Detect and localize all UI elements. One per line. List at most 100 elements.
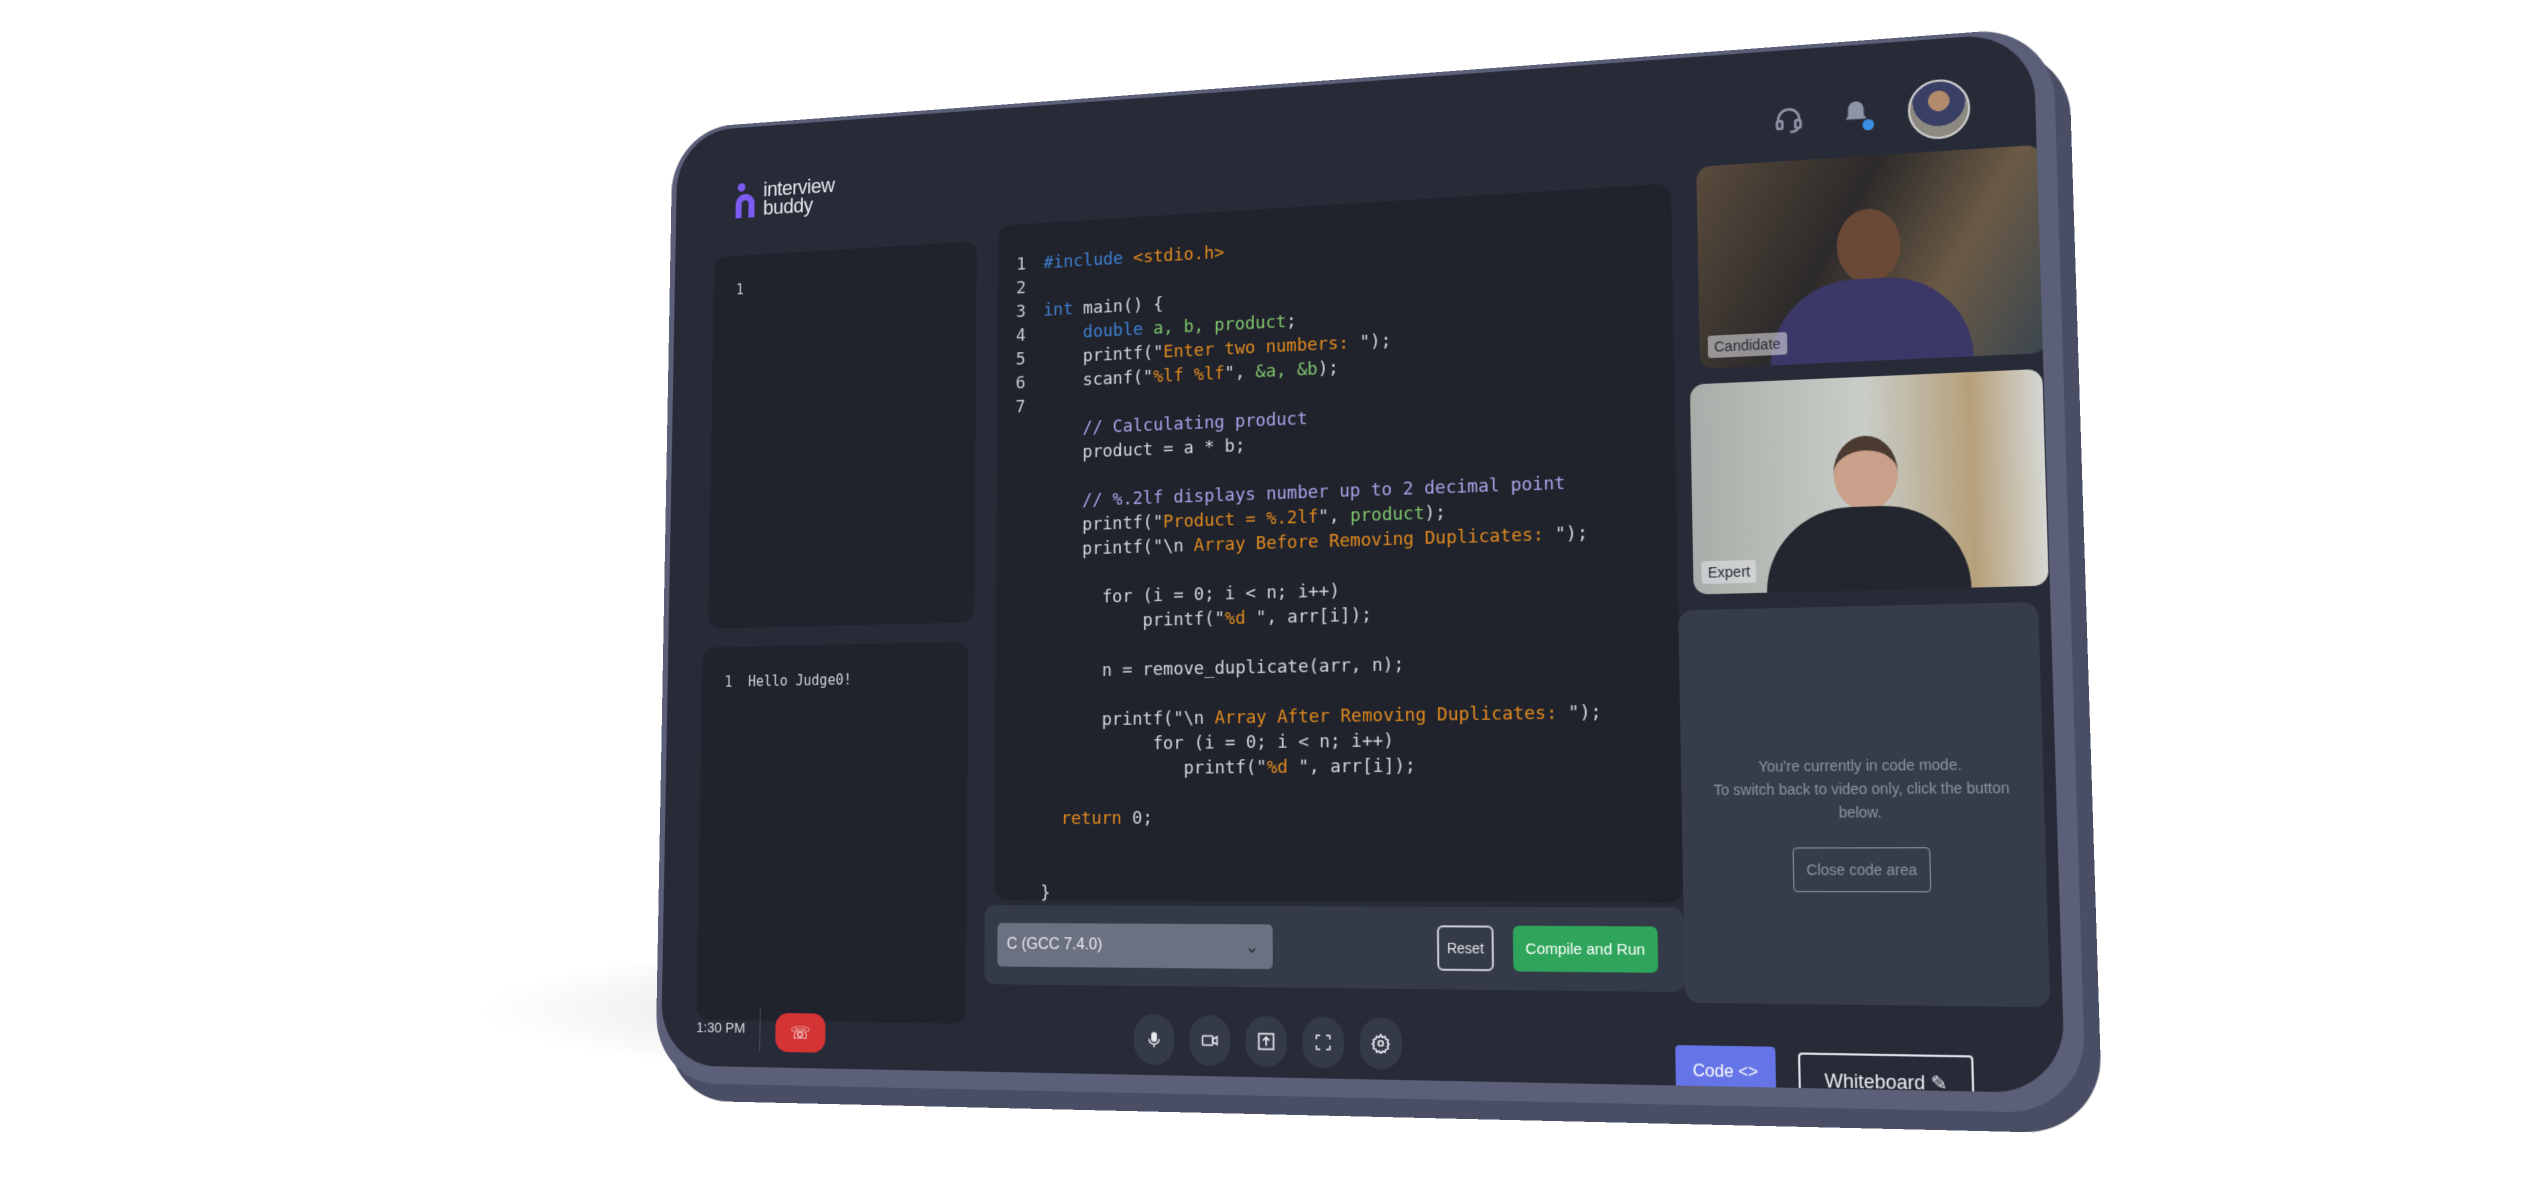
code-mode-info: You're currently in code mode. To switch …: [1678, 601, 2051, 1008]
code-token: for (i = 0; i < n; i++): [1041, 730, 1395, 756]
line-gutter: 1234 567: [1015, 252, 1026, 419]
line-number: 6: [1015, 372, 1026, 394]
close-code-area-button[interactable]: Close code area: [1792, 847, 1932, 893]
chevron-down-icon: ⌄: [1244, 936, 1260, 957]
reset-button[interactable]: Reset: [1436, 925, 1494, 972]
expert-figure: [1764, 432, 1972, 593]
code-token: printf(": [1041, 608, 1225, 634]
line-number: 2: [1016, 277, 1027, 299]
line-number: 1: [724, 673, 733, 691]
fullscreen-button[interactable]: [1302, 1016, 1345, 1069]
code-token: ",: [1318, 505, 1351, 528]
line-number: 1: [735, 281, 744, 299]
code-token: %d: [1266, 756, 1299, 778]
code-token: ");: [1554, 522, 1589, 546]
code-brackets-icon: <>: [1738, 1063, 1759, 1082]
language-select[interactable]: C (GCC 7.4.0) ⌄: [997, 922, 1273, 970]
code-token: printf("\n: [1041, 707, 1215, 731]
line-number: 4: [1015, 325, 1026, 346]
code-token: ");: [1359, 330, 1392, 353]
code-token: printf(": [1040, 756, 1267, 780]
code-token: %d: [1224, 607, 1256, 630]
settings-icon: [1371, 1033, 1391, 1054]
header-actions: [1772, 77, 1971, 149]
code-token: ",: [1224, 361, 1256, 384]
microphone-icon: [1148, 1032, 1160, 1047]
stage: interview buddy 1 1 Hello Judge0! 1234567…: [560, 26, 2087, 1140]
code-token: main() {: [1082, 293, 1164, 319]
code-token: ;: [1286, 310, 1297, 332]
pencil-icon: ✎: [1930, 1071, 1948, 1094]
app-screen: interview buddy 1 1 Hello Judge0! 1234567…: [660, 31, 2066, 1094]
end-call-button[interactable]: ☏: [775, 1012, 826, 1053]
line-number: 3: [1015, 301, 1026, 323]
info-line1: You're currently in code mode.: [1758, 755, 1962, 775]
language-value: C (GCC 7.4.0): [1006, 935, 1103, 954]
code-token: scanf(": [1042, 366, 1154, 393]
logo-mark-icon: [735, 182, 758, 219]
code-lines[interactable]: #include <stdio.h> int main() { double a…: [1040, 218, 1604, 907]
candidate-figure: [1767, 203, 1974, 366]
code-token: n = remove_duplicate(arr, n);: [1041, 654, 1405, 682]
code-token: Product = %.2lf: [1163, 506, 1319, 533]
info-line2: To switch back to video only, click the …: [1713, 779, 2010, 821]
code-token: printf("\n: [1042, 535, 1194, 561]
headset-icon[interactable]: [1773, 103, 1805, 135]
avatar[interactable]: [1907, 77, 1971, 141]
code-token: ");: [1568, 701, 1602, 724]
expert-video: Expert: [1689, 368, 2049, 595]
code-token: return: [1040, 807, 1133, 830]
call-time: 1:30 PM: [696, 1019, 746, 1037]
expert-label: Expert: [1701, 559, 1757, 585]
call-controls-bar: 1:30 PM ☏ Code <> Whiteboard ✎: [661, 990, 2066, 1094]
notifications-button[interactable]: [1840, 96, 1875, 134]
code-token: ", arr[i]);: [1298, 755, 1416, 778]
camera-button[interactable]: [1189, 1014, 1231, 1067]
logo: interview buddy: [735, 173, 835, 220]
code-label: Code: [1692, 1062, 1734, 1082]
phone-hangup-icon: ☏: [790, 1022, 811, 1043]
microphone-button[interactable]: [1133, 1014, 1175, 1066]
code-token: );: [1424, 502, 1447, 524]
editor-toolbar: C (GCC 7.4.0) ⌄ Reset Compile and Run: [984, 905, 1685, 993]
settings-button[interactable]: [1359, 1017, 1402, 1070]
code-token: }: [1040, 882, 1051, 904]
code-line: return 0;: [1041, 803, 1604, 831]
code-editor[interactable]: 1234567 #include <stdio.h> int main() { …: [994, 183, 1684, 903]
share-screen-button[interactable]: [1245, 1015, 1287, 1068]
code-token: &a, &b: [1255, 358, 1318, 383]
share-screen-icon: [1256, 1031, 1276, 1052]
whiteboard-label: Whiteboard: [1824, 1069, 1926, 1094]
code-token: int: [1043, 298, 1084, 321]
code-token: <stdio.h>: [1133, 242, 1225, 268]
line-number: 1: [1016, 254, 1027, 275]
code-token: #include: [1043, 247, 1134, 274]
line-number: 7: [1015, 396, 1026, 418]
code-token: );: [1317, 357, 1339, 380]
code-line: }: [1040, 881, 1604, 908]
code-mode-button[interactable]: Code <>: [1675, 1045, 1777, 1094]
code-token: Array After Removing Duplicates:: [1214, 702, 1569, 729]
camera-icon: [1199, 1031, 1220, 1050]
compile-and-run-button[interactable]: Compile and Run: [1512, 925, 1659, 973]
fullscreen-icon: [1314, 1033, 1332, 1052]
stdin-panel[interactable]: 1: [708, 241, 977, 629]
code-token: product: [1349, 502, 1425, 527]
candidate-video: Candidate: [1696, 144, 2048, 369]
code-token: 0;: [1132, 807, 1153, 829]
line-number: 5: [1015, 349, 1026, 370]
output-panel: 1 Hello Judge0!: [696, 641, 969, 1024]
notification-dot: [1862, 118, 1875, 131]
code-token: ", arr[i]);: [1255, 604, 1372, 629]
tablet-frame: interview buddy 1 1 Hello Judge0! 1234567…: [655, 26, 2087, 1114]
candidate-label: Candidate: [1707, 332, 1788, 359]
divider: [759, 1008, 761, 1052]
code-token: %lf %lf: [1153, 363, 1225, 387]
output-content: Hello Judge0!: [748, 671, 852, 691]
logo-line2: buddy: [762, 193, 813, 220]
whiteboard-button[interactable]: Whiteboard ✎: [1797, 1052, 1975, 1094]
code-token: printf(": [1042, 511, 1164, 537]
